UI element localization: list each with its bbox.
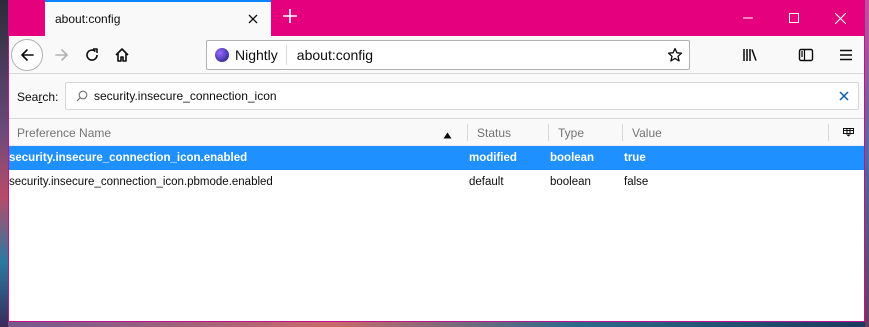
search-label: Search: [17,90,59,104]
tab-strip: about:config [9,0,864,36]
column-header-value[interactable]: Value [624,119,828,146]
table-row[interactable]: security.insecure_connection_icon.enable… [9,146,864,170]
column-separator[interactable] [548,124,549,141]
back-button[interactable] [11,39,43,71]
column-header-name[interactable]: Preference Name [9,119,467,146]
column-separator[interactable] [622,124,623,141]
close-window-button[interactable] [817,0,863,36]
reload-button[interactable] [77,40,107,70]
new-tab-button[interactable] [279,6,301,28]
column-separator[interactable] [467,124,468,141]
clear-search-icon[interactable] [830,88,858,104]
column-header-type[interactable]: Type [550,119,622,146]
column-picker-icon [843,128,854,137]
pref-status-cell: modified [469,152,517,164]
identity-box[interactable]: Nightly [207,45,287,65]
pref-type-cell: boolean [550,152,595,164]
column-header-status[interactable]: Status [469,119,548,146]
back-icon [21,49,34,61]
menu-button[interactable] [831,40,861,70]
reload-icon [86,48,98,61]
nightly-logo-icon [215,48,229,62]
about-config-page: Search: security.insecure_connection_ico… [9,74,864,321]
sidebar-icon [798,48,814,62]
forward-button[interactable] [47,40,77,70]
maximize-icon [789,13,799,23]
minimize-icon [743,17,753,19]
pref-status-cell: default [469,176,504,188]
pref-value-cell: true [624,152,646,164]
search-icon [66,90,88,102]
sort-ascending-icon [443,128,452,142]
maximize-button[interactable] [771,0,817,36]
home-button[interactable] [107,40,137,70]
tab-title: about:config [55,12,121,26]
table-header: Preference Name Status Type Value [9,119,864,146]
search-input[interactable]: security.insecure_connection_icon [65,82,859,110]
browser-window: about:config Nightly about:config Search… [8,0,865,322]
preferences-table: Preference Name Status Type Value securi… [9,118,864,321]
pref-name-cell: security.insecure_connection_icon.enable… [9,152,248,164]
desktop-background-left [0,0,8,327]
minimize-button[interactable] [725,0,771,36]
menu-icon [840,49,852,61]
close-tab-icon[interactable] [245,11,261,27]
navigation-toolbar: Nightly about:config [9,36,864,74]
url-text[interactable]: about:config [287,47,661,63]
search-value: security.insecure_connection_icon [94,89,277,103]
sidebar-button[interactable] [791,40,821,70]
table-row[interactable]: security.insecure_connection_icon.pbmode… [9,170,864,194]
column-separator[interactable] [828,124,829,141]
address-bar[interactable]: Nightly about:config [206,40,690,70]
plus-icon [283,9,297,23]
pref-type-cell: boolean [550,176,591,188]
library-button[interactable] [735,40,765,70]
pref-name-cell: security.insecure_connection_icon.pbmode… [9,176,273,188]
home-icon [115,48,129,62]
search-row: Search: security.insecure_connection_ico… [9,82,864,112]
identity-label: Nightly [235,47,278,63]
desktop-background-right [865,0,869,327]
forward-icon [55,49,68,61]
close-icon [834,12,846,24]
column-picker-button[interactable] [835,119,855,146]
library-icon [743,49,757,61]
tab-about-config[interactable]: about:config [45,0,271,36]
star-icon [667,47,683,62]
pref-value-cell: false [624,176,649,188]
bookmark-star-button[interactable] [661,47,689,63]
